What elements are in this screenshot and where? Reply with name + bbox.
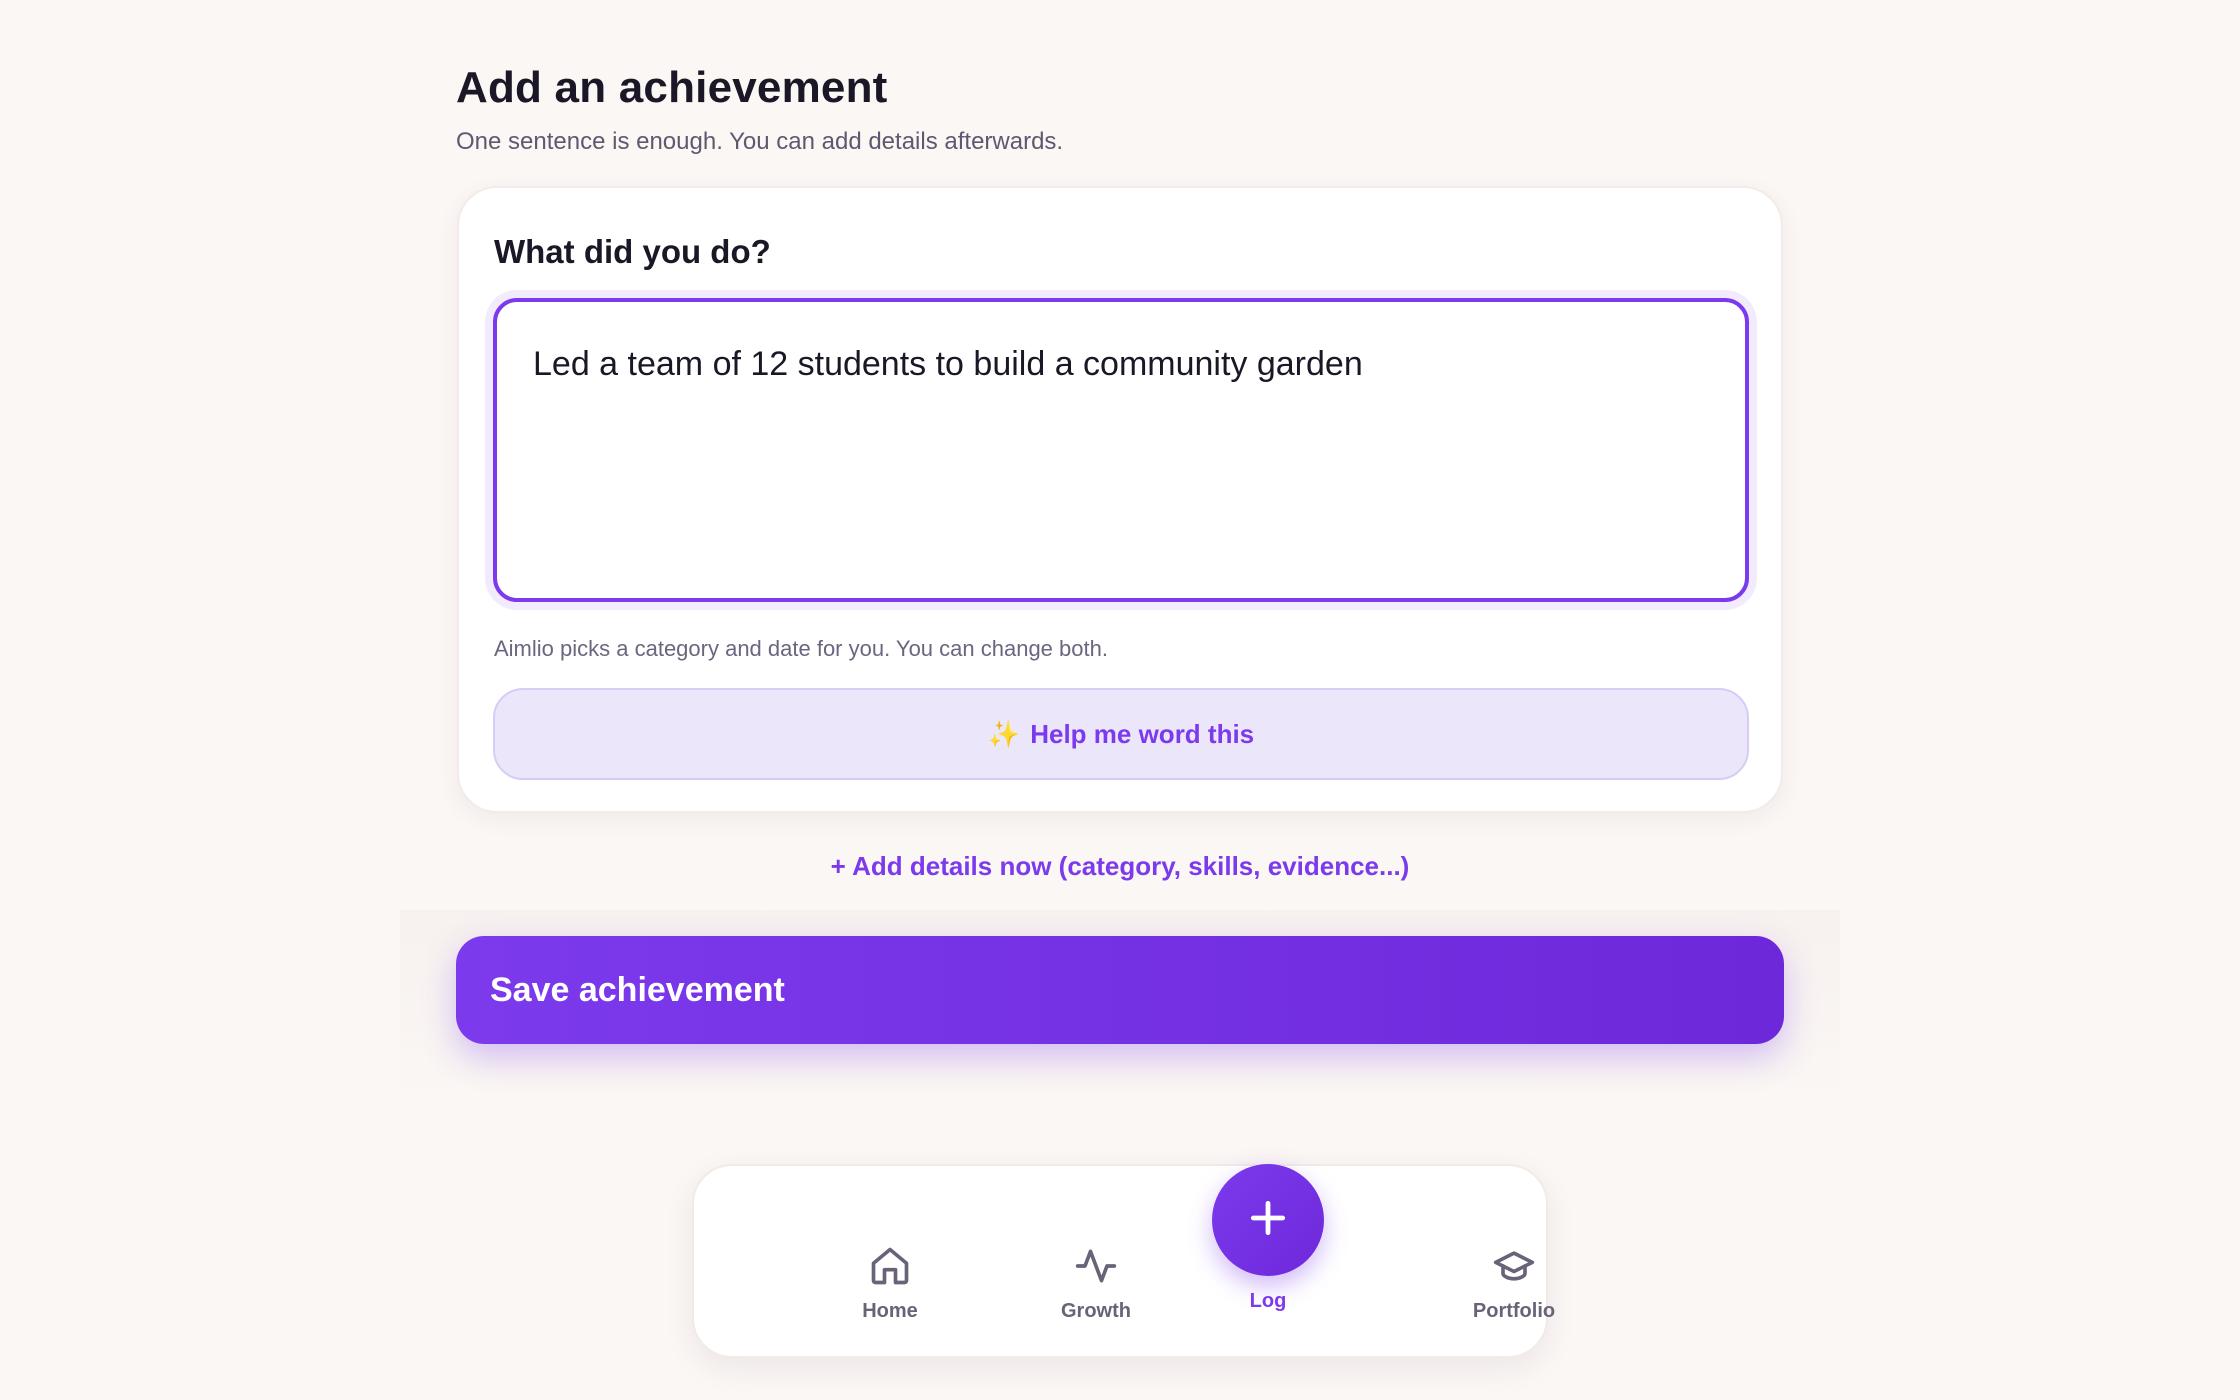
nav-item-log[interactable]: Log	[1198, 1164, 1338, 1314]
nav-label-growth: Growth	[1061, 1300, 1131, 1322]
auto-category-hint: Aimlio picks a category and date for you…	[494, 636, 1108, 661]
nav-item-portfolio[interactable]: Portfolio	[1434, 1244, 1594, 1324]
log-fab-button[interactable]	[1212, 1164, 1324, 1276]
page-title: Add an achievement	[456, 63, 888, 112]
nav-label-portfolio: Portfolio	[1472, 1300, 1556, 1322]
nav-label-log: Log	[1249, 1290, 1287, 1312]
bottom-nav: Home Growth Log Portfolio	[692, 1164, 1555, 1358]
help-me-word-button[interactable]: ✨ Help me word this	[493, 688, 1749, 780]
page-header: Add an achievement One sentence is enoug…	[456, 58, 1784, 158]
plus-icon	[1246, 1196, 1290, 1245]
achievement-textarea-value: Led a team of 12 students to build a com…	[533, 345, 1363, 383]
page-subtitle: One sentence is enough. You can add deta…	[456, 128, 1064, 155]
question-label: What did you do?	[494, 233, 771, 270]
save-achievement-button[interactable]: Save achievement	[456, 936, 1784, 1044]
nav-item-growth[interactable]: Growth	[1016, 1244, 1176, 1324]
add-details-link[interactable]: + Add details now (category, skills, evi…	[0, 848, 2240, 884]
save-achievement-label: Save achievement	[490, 970, 785, 1009]
nav-label-home: Home	[862, 1300, 918, 1322]
add-achievement-page: Add an achievement One sentence is enoug…	[0, 0, 2240, 1400]
achievement-form-card: What did you do? Led a team of 12 studen…	[457, 186, 1783, 813]
activity-icon	[1074, 1244, 1118, 1288]
nav-item-home[interactable]: Home	[810, 1244, 970, 1324]
achievement-textarea[interactable]: Led a team of 12 students to build a com…	[493, 298, 1749, 602]
graduation-cap-icon	[1492, 1244, 1536, 1288]
help-me-word-label: Help me word this	[1030, 718, 1255, 749]
home-icon	[868, 1244, 912, 1288]
sparkles-icon: ✨	[987, 719, 1021, 749]
